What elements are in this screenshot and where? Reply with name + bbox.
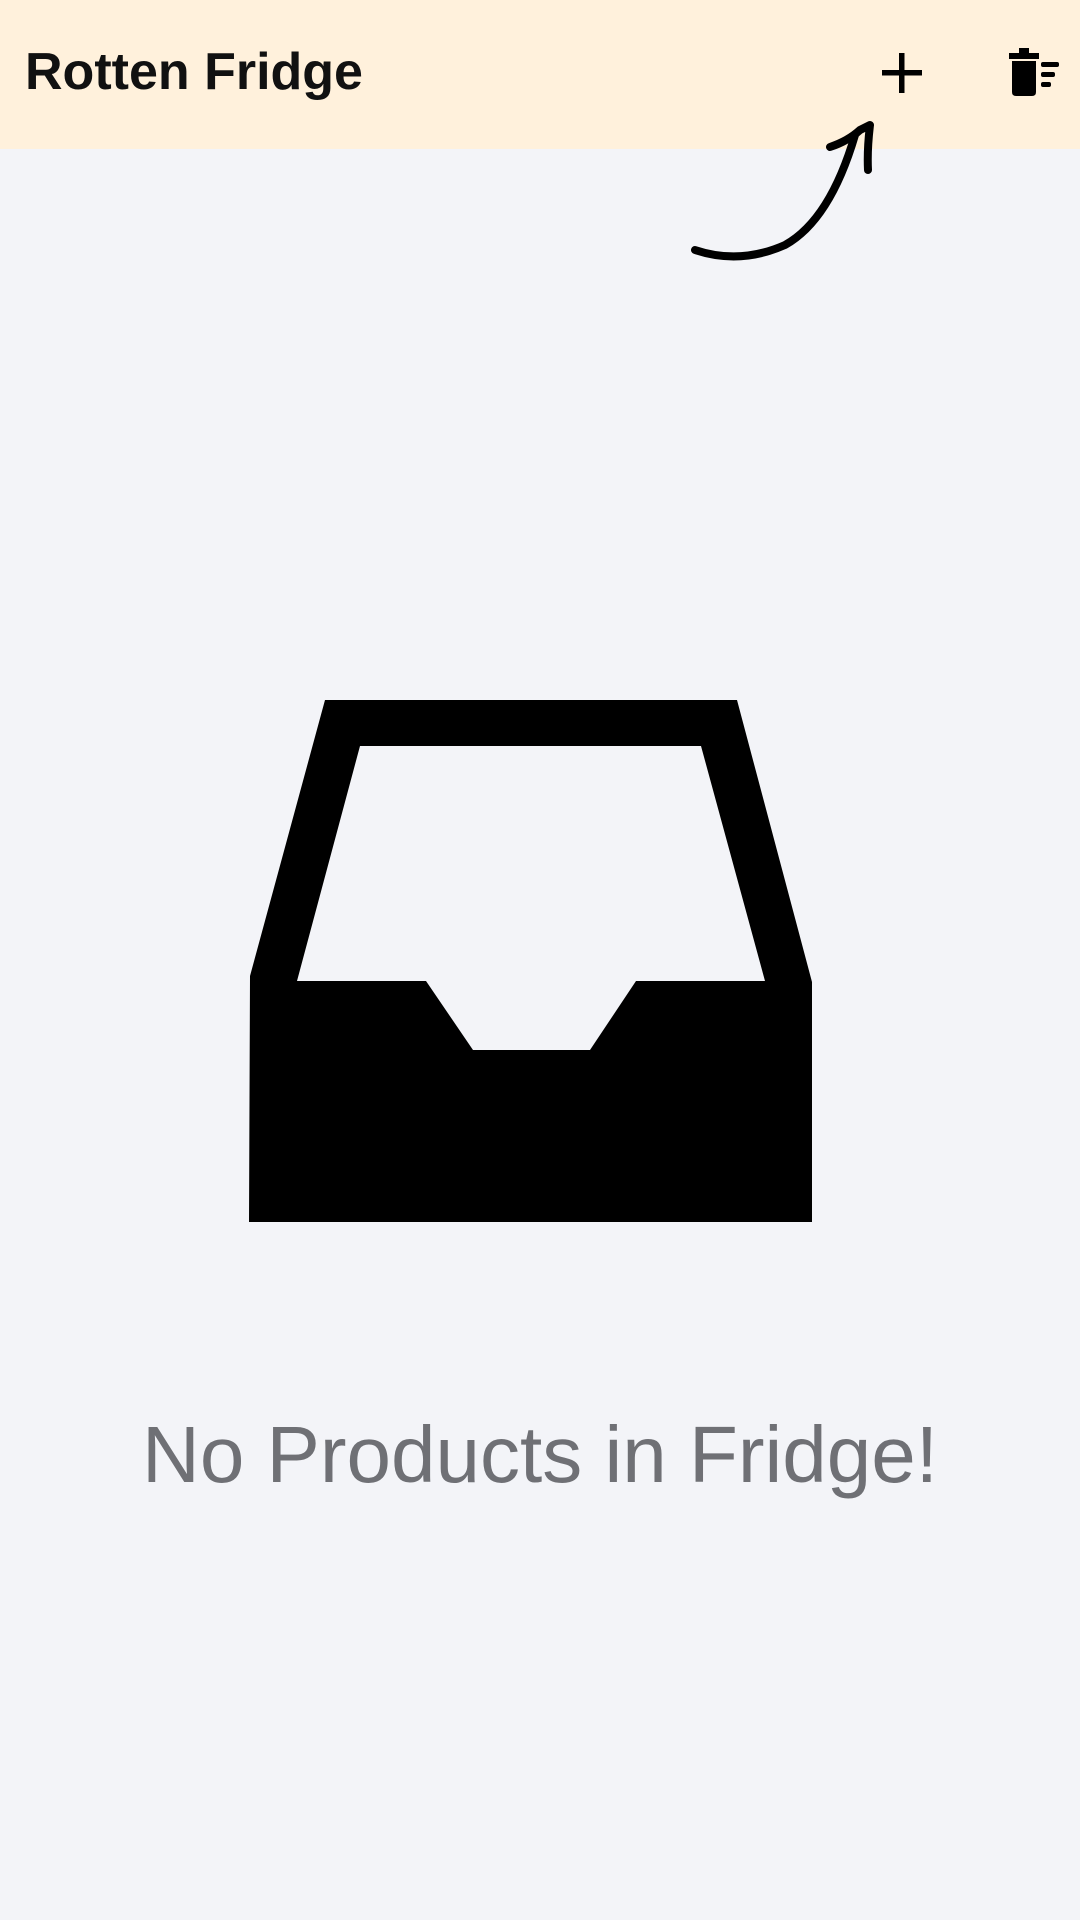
plus-icon	[882, 53, 922, 93]
inbox-tray-icon	[249, 700, 812, 1222]
curved-arrow-icon	[691, 121, 874, 261]
delete-all-button[interactable]	[988, 28, 1078, 118]
app-bar: Rotten Fridge	[0, 0, 1080, 149]
app-title: Rotten Fridge	[25, 43, 363, 101]
add-product-button[interactable]	[857, 28, 947, 118]
empty-state-message: No Products in Fridge!	[142, 1410, 938, 1499]
delete-sweep-icon	[1009, 48, 1059, 96]
